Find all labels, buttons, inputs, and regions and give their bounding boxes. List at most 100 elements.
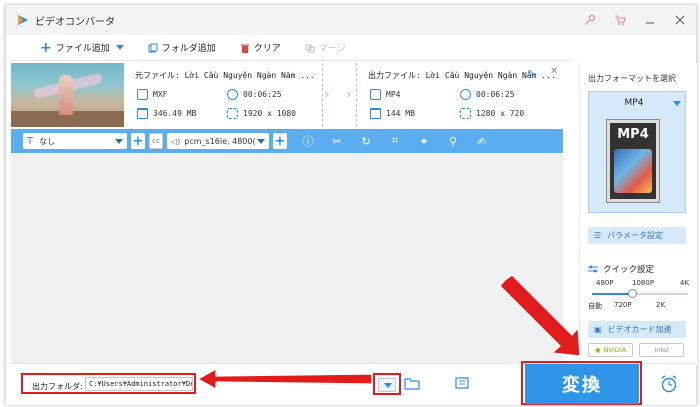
sliders-icon: ☰	[594, 231, 602, 240]
source-resolution: 1920 x 1080	[227, 108, 296, 119]
parameter-settings-label: パラメータ設定	[607, 231, 663, 240]
merge-icon	[305, 44, 315, 52]
open-folder-icon[interactable]	[404, 376, 420, 390]
output-format: MP4	[370, 89, 400, 100]
add-file-button[interactable]: + ファイル追加	[40, 39, 124, 56]
gpu-options: ◉ NVIDIA Intel	[588, 343, 684, 357]
key-icon[interactable]	[582, 12, 598, 28]
remove-file-icon[interactable]: ✕	[550, 66, 558, 77]
chevron-right-icon: ›	[324, 87, 330, 103]
text-icon: T	[27, 135, 34, 147]
chevron-down-icon	[384, 382, 392, 388]
add-subtitle-button[interactable]: +	[131, 133, 145, 149]
nvidia-icon: ◉	[594, 346, 601, 354]
quality-480p: 480P	[596, 279, 614, 287]
edit-icon[interactable]: ✍	[475, 134, 489, 148]
quick-settings-label: クイック設定	[603, 265, 655, 275]
source-size: 346.49 MB	[137, 108, 196, 119]
sliders-icon	[588, 265, 598, 273]
watermark-icon[interactable]: ⚲	[446, 134, 460, 148]
file-list-area	[11, 153, 563, 363]
add-folder-button[interactable]: フォルダ追加	[148, 41, 216, 54]
close-window-icon[interactable]	[672, 12, 688, 28]
subtitle-select[interactable]: T なし	[23, 133, 127, 149]
output-list-icon[interactable]	[454, 376, 470, 390]
quality-1080p: 1080P	[632, 279, 655, 287]
output-folder-input[interactable]: C:¥Users¥Administrator¥Desktop	[85, 377, 193, 391]
effects-icon[interactable]: ✦	[417, 134, 431, 148]
quality-auto: 自動	[588, 302, 602, 310]
quality-slider-knob[interactable]	[628, 289, 638, 298]
format-selector[interactable]: MP4 MP4	[588, 91, 686, 213]
convert-button[interactable]: 変換	[525, 364, 639, 404]
audio-track-select[interactable]: ◁) pcm_s16le, 4800(	[167, 133, 269, 149]
gpu-acceleration-label: ビデオカード加速	[607, 325, 672, 334]
bottom-bar: 出力フォルダ: C:¥Users¥Administrator¥Desktop 変…	[6, 361, 696, 405]
quality-2k: 2K	[656, 301, 666, 309]
output-info: 出力ファイル: Lời Cầu Nguyện Ngàn Năm ... MP4 …	[368, 61, 556, 127]
merge-label: マージ	[318, 44, 346, 54]
video-thumbnail[interactable]	[11, 63, 124, 127]
crop-icon[interactable]: ⌗	[388, 134, 402, 148]
subtitle-value: なし	[39, 136, 56, 146]
quality-slider[interactable]	[592, 289, 688, 298]
nvidia-toggle[interactable]: ◉ NVIDIA	[588, 343, 633, 357]
parameter-settings-button[interactable]: ☰ パラメータ設定	[588, 227, 686, 244]
format-name: MP4	[624, 98, 644, 108]
source-duration: 00:06:25	[227, 89, 282, 100]
output-format-title: 出力フォーマットを選択	[588, 74, 676, 83]
cut-icon[interactable]: ✂	[330, 134, 344, 148]
output-duration: 00:06:25	[460, 89, 515, 100]
quick-settings-title: クイック設定	[588, 263, 654, 275]
resolution-icon	[227, 108, 238, 119]
title-bar: ビデオコンバータ	[6, 5, 696, 35]
speaker-icon: ◁)	[171, 136, 181, 146]
cart-icon[interactable]	[612, 12, 628, 28]
clock-icon	[227, 89, 238, 100]
toolbar: + ファイル追加 フォルダ追加 クリア マージ	[6, 35, 571, 61]
chevron-right-icon: ›	[346, 87, 352, 103]
output-format-panel: 出力フォーマットを選択 MP4 MP4 ☰ パラメータ設定 クイック設定 480…	[579, 63, 697, 365]
chip-icon: ▣	[594, 325, 602, 334]
edit-option-bar: T なし + cc ◁) pcm_s16le, 4800( + ⓘ ✂ ↻ ⌗ …	[11, 129, 563, 153]
output-resolution: 1280 x 720	[460, 108, 524, 119]
merge-button[interactable]: マージ	[305, 41, 346, 54]
nvidia-label: NVIDIA	[603, 346, 627, 354]
gpu-acceleration-button[interactable]: ▣ ビデオカード加速	[588, 321, 686, 338]
clock-icon	[460, 89, 471, 100]
chevron-down-icon	[115, 139, 123, 144]
format-icon	[370, 89, 381, 100]
quality-4k: 4K	[680, 279, 690, 287]
clear-button[interactable]: クリア	[240, 41, 281, 54]
folder-add-icon	[148, 43, 158, 52]
alarm-clock-icon[interactable]	[659, 374, 679, 394]
cc-icon[interactable]: cc	[149, 133, 163, 149]
folder-icon	[137, 108, 148, 119]
app-title: ビデオコンバータ	[35, 16, 115, 28]
source-info: 元ファイル: Lời Cầu Nguyện Ngàn Năm ... MXF 0…	[135, 61, 315, 127]
quality-slider-fill	[592, 293, 633, 295]
file-item[interactable]: 元ファイル: Lời Cầu Nguyện Ngàn Năm ... MXF 0…	[11, 61, 561, 127]
chevron-down-icon[interactable]	[115, 45, 124, 50]
divider	[356, 63, 357, 127]
quality-720p: 720P	[614, 301, 632, 309]
resolution-icon	[460, 108, 471, 119]
intel-toggle[interactable]: Intel	[639, 343, 684, 357]
trash-icon	[240, 44, 249, 53]
app-window: ビデオコンバータ + ファイル追加 フォルダ追加 クリア マージ 元ファイル: …	[5, 4, 697, 405]
add-file-label: ファイル追加	[55, 44, 110, 54]
edit-name-icon[interactable]: ✎	[527, 69, 535, 80]
add-folder-label: フォルダ追加	[161, 44, 216, 54]
chevron-down-icon	[673, 101, 681, 106]
rotate-icon[interactable]: ↻	[359, 134, 373, 148]
minimize-icon[interactable]	[642, 12, 658, 28]
info-icon[interactable]: ⓘ	[301, 134, 315, 148]
source-filename: 元ファイル: Lời Cầu Nguyện Ngàn Năm ...	[135, 71, 315, 80]
app-logo-icon	[18, 15, 28, 25]
clear-label: クリア	[253, 44, 281, 54]
add-audio-button[interactable]: +	[273, 133, 287, 149]
output-folder-dropdown[interactable]	[378, 378, 396, 392]
plus-icon: +	[40, 39, 52, 56]
intel-label: Intel	[654, 346, 669, 354]
format-icon	[137, 89, 148, 100]
